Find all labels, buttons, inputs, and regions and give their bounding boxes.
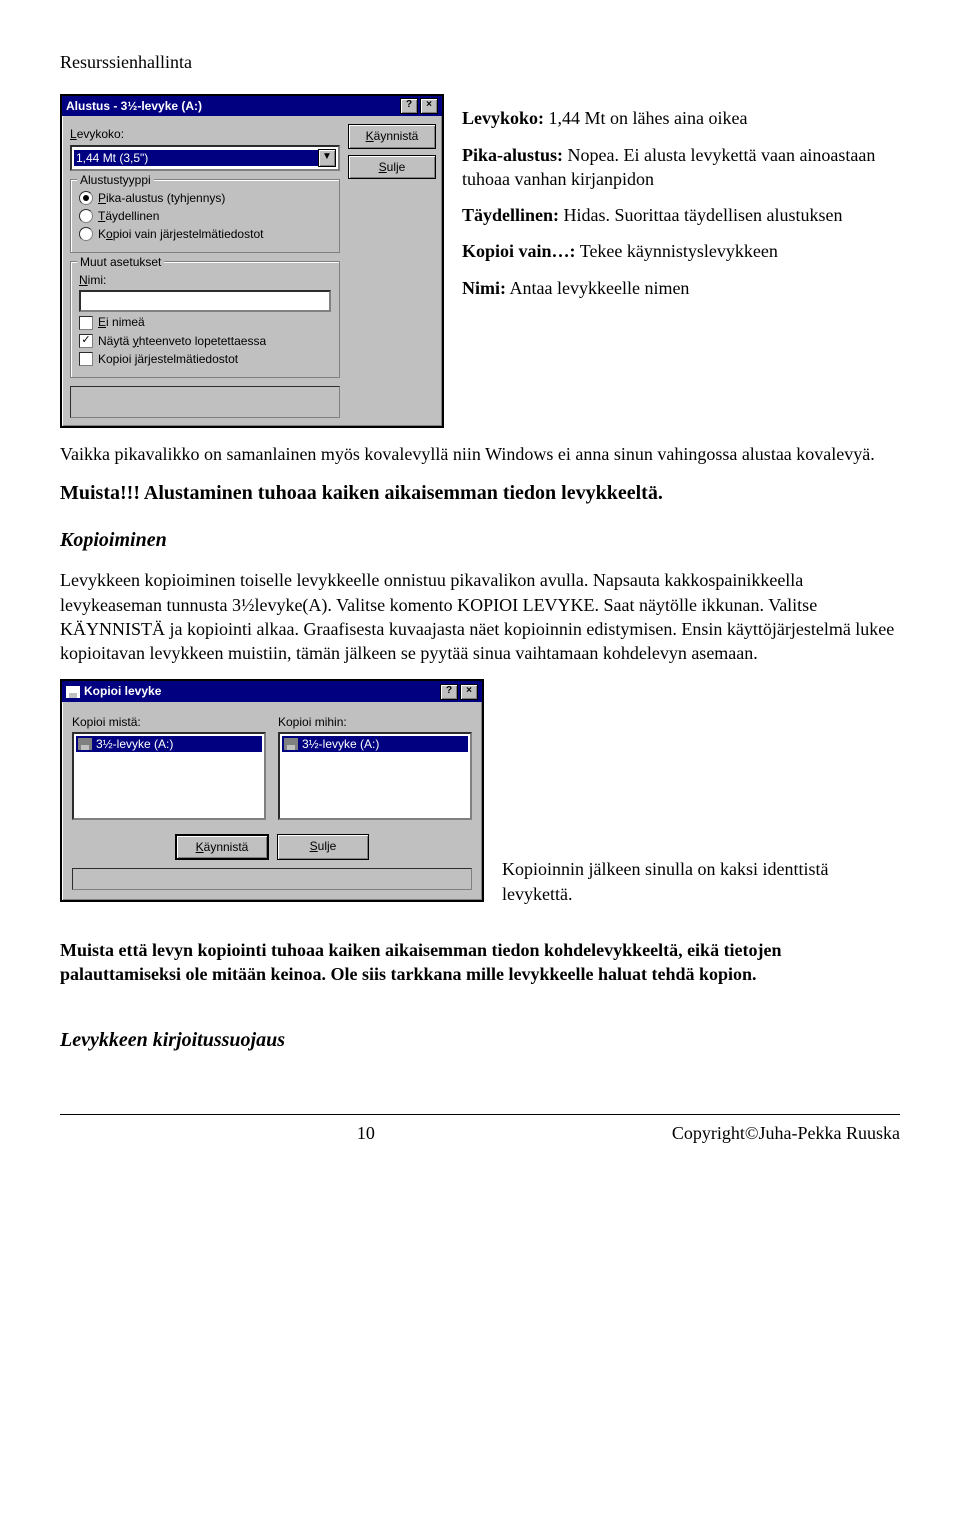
- capacity-select[interactable]: 1,44 Mt (3,5") ▼: [70, 145, 340, 171]
- list-item-label: 3½-levyke (A:): [96, 736, 173, 752]
- copy-from-listbox[interactable]: 3½-levyke (A:): [72, 732, 266, 820]
- help-icon[interactable]: ?: [440, 684, 458, 700]
- warning-heading: Muista!!! Alustaminen tuhoaa kaiken aika…: [60, 480, 900, 507]
- close-icon[interactable]: ×: [460, 684, 478, 700]
- check-label: Ei nimeä: [98, 314, 145, 330]
- format-dialog: Alustus - 3½-levyke (A:) ? × Levykoko: 1…: [60, 94, 444, 428]
- checkbox-icon: [79, 316, 93, 330]
- copy-to-label: Kopioi mihin:: [278, 714, 472, 730]
- format-type-group: Alustustyyppi Pika-alustus (tyhjennys) T…: [70, 179, 340, 254]
- page-footer: 10 Copyright©Juha-Pekka Ruuska: [60, 1114, 900, 1145]
- name-input[interactable]: [79, 290, 331, 312]
- radio-label: Täydellinen: [98, 208, 159, 224]
- radio-label: Kopioi vain järjestelmätiedostot: [98, 226, 263, 242]
- check-summary[interactable]: ✓ Näytä yhteenveto lopetettaessa: [79, 333, 331, 349]
- close-button[interactable]: Sulje: [277, 834, 369, 860]
- checkbox-icon: [79, 352, 93, 366]
- list-item[interactable]: 3½-levyke (A:): [76, 736, 262, 752]
- capacity-value: 1,44 Mt (3,5"): [74, 150, 318, 166]
- radio-icon: [79, 209, 93, 223]
- group-label-other: Muut asetukset: [77, 254, 164, 270]
- warning-paragraph: Muista että levyn kopiointi tuhoaa kaike…: [60, 938, 900, 987]
- capacity-label: Levykoko:: [70, 126, 340, 142]
- name-label: Nimi:: [79, 272, 331, 288]
- section-heading-writeprotect: Levykkeen kirjoitussuojaus: [60, 1027, 900, 1054]
- doc-header: Resurssienhallinta: [60, 50, 900, 74]
- other-settings-group: Muut asetukset Nimi: Ei nimeä ✓ Näytä yh…: [70, 261, 340, 378]
- dialog-title: Kopioi levyke: [84, 683, 438, 699]
- copyright: Copyright©Juha-Pekka Ruuska: [672, 1121, 900, 1145]
- close-button[interactable]: Sulje: [348, 155, 436, 179]
- copy-from-label: Kopioi mistä:: [72, 714, 266, 730]
- body-paragraph: Vaikka pikavalikko on samanlainen myös k…: [60, 442, 900, 466]
- close-icon[interactable]: ×: [420, 98, 438, 114]
- start-button[interactable]: Käynnistä: [175, 834, 269, 860]
- list-item-label: 3½-levyke (A:): [302, 736, 379, 752]
- page-number: 10: [357, 1121, 375, 1145]
- floppy-icon: [66, 686, 80, 698]
- chevron-down-icon[interactable]: ▼: [318, 149, 336, 167]
- floppy-icon: [78, 738, 92, 750]
- status-bar: [72, 868, 472, 890]
- help-icon[interactable]: ?: [400, 98, 418, 114]
- start-button[interactable]: Käynnistä: [348, 124, 436, 148]
- group-label-type: Alustustyyppi: [77, 172, 154, 188]
- check-label: Näytä yhteenveto lopetettaessa: [98, 333, 266, 349]
- description-column: Levykoko: 1,44 Mt on lähes aina oikea Pi…: [462, 94, 882, 312]
- radio-full-format[interactable]: Täydellinen: [79, 208, 331, 224]
- check-label: Kopioi järjestelmätiedostot: [98, 351, 238, 367]
- radio-quick-format[interactable]: Pika-alustus (tyhjennys): [79, 190, 331, 206]
- check-copy-system[interactable]: Kopioi järjestelmätiedostot: [79, 351, 331, 367]
- copy-dialog: Kopioi levyke ? × Kopioi mistä: 3½-levyk…: [60, 679, 484, 902]
- radio-icon: [79, 227, 93, 241]
- radio-label: Pika-alustus (tyhjennys): [98, 190, 225, 206]
- list-item[interactable]: 3½-levyke (A:): [282, 736, 468, 752]
- floppy-icon: [284, 738, 298, 750]
- radio-copy-system[interactable]: Kopioi vain järjestelmätiedostot: [79, 226, 331, 242]
- status-area: [70, 386, 340, 418]
- body-paragraph: Levykkeen kopioiminen toiselle levykkeel…: [60, 568, 900, 665]
- radio-icon: [79, 191, 93, 205]
- description-text: Kopioinnin jälkeen sinulla on kaksi iden…: [502, 679, 862, 924]
- check-no-label[interactable]: Ei nimeä: [79, 314, 331, 330]
- dialog-title: Alustus - 3½-levyke (A:): [66, 98, 398, 114]
- copy-to-listbox[interactable]: 3½-levyke (A:): [278, 732, 472, 820]
- checkbox-icon: ✓: [79, 334, 93, 348]
- section-heading-copy: Kopioiminen: [60, 527, 900, 554]
